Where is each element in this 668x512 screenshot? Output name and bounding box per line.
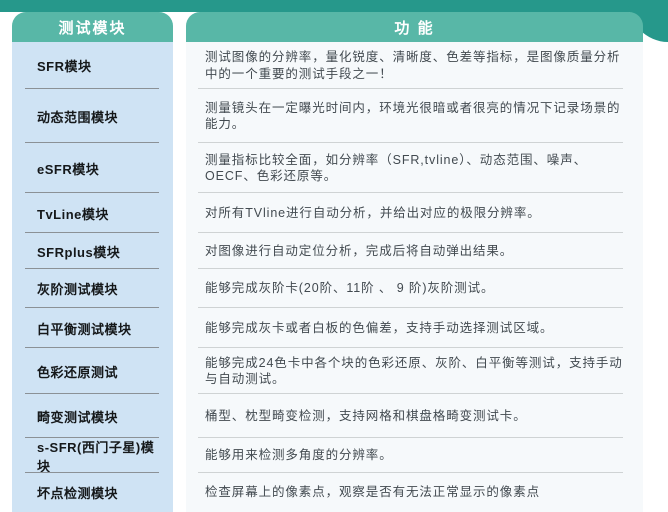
module-label: SFR模块 — [37, 56, 92, 75]
function-cell: 检查屏幕上的像素点，观察是否有无法正常显示的像素点 — [186, 473, 643, 512]
module-label: TvLine模块 — [37, 204, 109, 223]
module-label: 坏点检测模块 — [37, 483, 118, 502]
module-label: eSFR模块 — [37, 159, 99, 178]
function-text: 对图像进行自动定位分析，完成后将自动弹出结果。 — [205, 243, 513, 260]
function-cell: 能够完成24色卡中各个块的色彩还原、灰阶、白平衡等测试，支持手动与自动测试。 — [186, 348, 643, 394]
modules-header: 测试模块 — [12, 12, 173, 42]
function-cell: 能够用来检测多角度的分辨率。 — [186, 438, 643, 473]
functions-list: 测试图像的分辨率，量化锐度、清晰度、色差等指标，是图像质量分析中的一个重要的测试… — [186, 42, 643, 512]
module-label: 动态范围模块 — [37, 107, 118, 126]
function-text: 桶型、枕型畸变检测，支持网格和棋盘格畸变测试卡。 — [205, 408, 527, 425]
module-label: 畸变测试模块 — [37, 407, 118, 426]
functions-header: 功 能 — [186, 12, 643, 42]
module-cell: eSFR模块 — [12, 143, 173, 193]
function-cell: 测试图像的分辨率，量化锐度、清晰度、色差等指标，是图像质量分析中的一个重要的测试… — [186, 42, 643, 89]
function-text: 能够完成灰卡或者白板的色偏差，支持手动选择测试区域。 — [205, 320, 553, 337]
function-cell: 能够完成灰卡或者白板的色偏差，支持手动选择测试区域。 — [186, 308, 643, 348]
function-text: 测量指标比较全面，如分辨率（SFR,tvline）、动态范围、噪声、OECF、色… — [205, 152, 625, 185]
function-text: 能够用来检测多角度的分辨率。 — [205, 447, 393, 464]
module-cell: 坏点检测模块 — [12, 473, 173, 512]
function-text: 检查屏幕上的像素点，观察是否有无法正常显示的像素点 — [205, 484, 540, 501]
functions-column: 功 能 测试图像的分辨率，量化锐度、清晰度、色差等指标，是图像质量分析中的一个重… — [186, 12, 643, 512]
function-text: 测试图像的分辨率，量化锐度、清晰度、色差等指标，是图像质量分析中的一个重要的测试… — [205, 49, 625, 82]
function-cell: 桶型、枕型畸变检测，支持网格和棋盘格畸变测试卡。 — [186, 394, 643, 438]
module-cell: 白平衡测试模块 — [12, 308, 173, 348]
function-cell: 能够完成灰阶卡(20阶、11阶 、 9 阶)灰阶测试。 — [186, 269, 643, 308]
page: 测试模块 SFR模块 动态范围模块 eSFR模块 TvLine模块 SFRplu… — [0, 0, 668, 512]
module-cell: TvLine模块 — [12, 193, 173, 233]
module-label: 色彩还原测试 — [37, 362, 118, 381]
function-cell: 测量镜头在一定曝光时间内，环境光很暗或者很亮的情况下记录场景的能力。 — [186, 89, 643, 143]
module-cell: SFR模块 — [12, 42, 173, 89]
function-cell: 对图像进行自动定位分析，完成后将自动弹出结果。 — [186, 233, 643, 269]
module-label: 灰阶测试模块 — [37, 279, 118, 298]
function-text: 对所有TVline进行自动分析，并给出对应的极限分辨率。 — [205, 205, 541, 222]
module-label: SFRplus模块 — [37, 242, 120, 261]
module-cell: 灰阶测试模块 — [12, 269, 173, 308]
module-label: s-SFR(西门子星)模块 — [37, 437, 167, 475]
modules-list: SFR模块 动态范围模块 eSFR模块 TvLine模块 SFRplus模块 灰… — [12, 42, 173, 512]
module-cell: 色彩还原测试 — [12, 348, 173, 394]
function-cell: 对所有TVline进行自动分析，并给出对应的极限分辨率。 — [186, 193, 643, 233]
module-cell: 畸变测试模块 — [12, 394, 173, 438]
module-label: 白平衡测试模块 — [37, 319, 132, 338]
modules-column: 测试模块 SFR模块 动态范围模块 eSFR模块 TvLine模块 SFRplu… — [12, 12, 173, 512]
module-cell: 动态范围模块 — [12, 89, 173, 143]
module-cell: s-SFR(西门子星)模块 — [12, 438, 173, 473]
function-text: 能够完成24色卡中各个块的色彩还原、灰阶、白平衡等测试，支持手动与自动测试。 — [205, 355, 625, 388]
function-text: 能够完成灰阶卡(20阶、11阶 、 9 阶)灰阶测试。 — [205, 280, 494, 297]
top-accent-band — [0, 0, 668, 12]
module-cell: SFRplus模块 — [12, 233, 173, 269]
function-cell: 测量指标比较全面，如分辨率（SFR,tvline）、动态范围、噪声、OECF、色… — [186, 143, 643, 193]
function-text: 测量镜头在一定曝光时间内，环境光很暗或者很亮的情况下记录场景的能力。 — [205, 100, 625, 133]
